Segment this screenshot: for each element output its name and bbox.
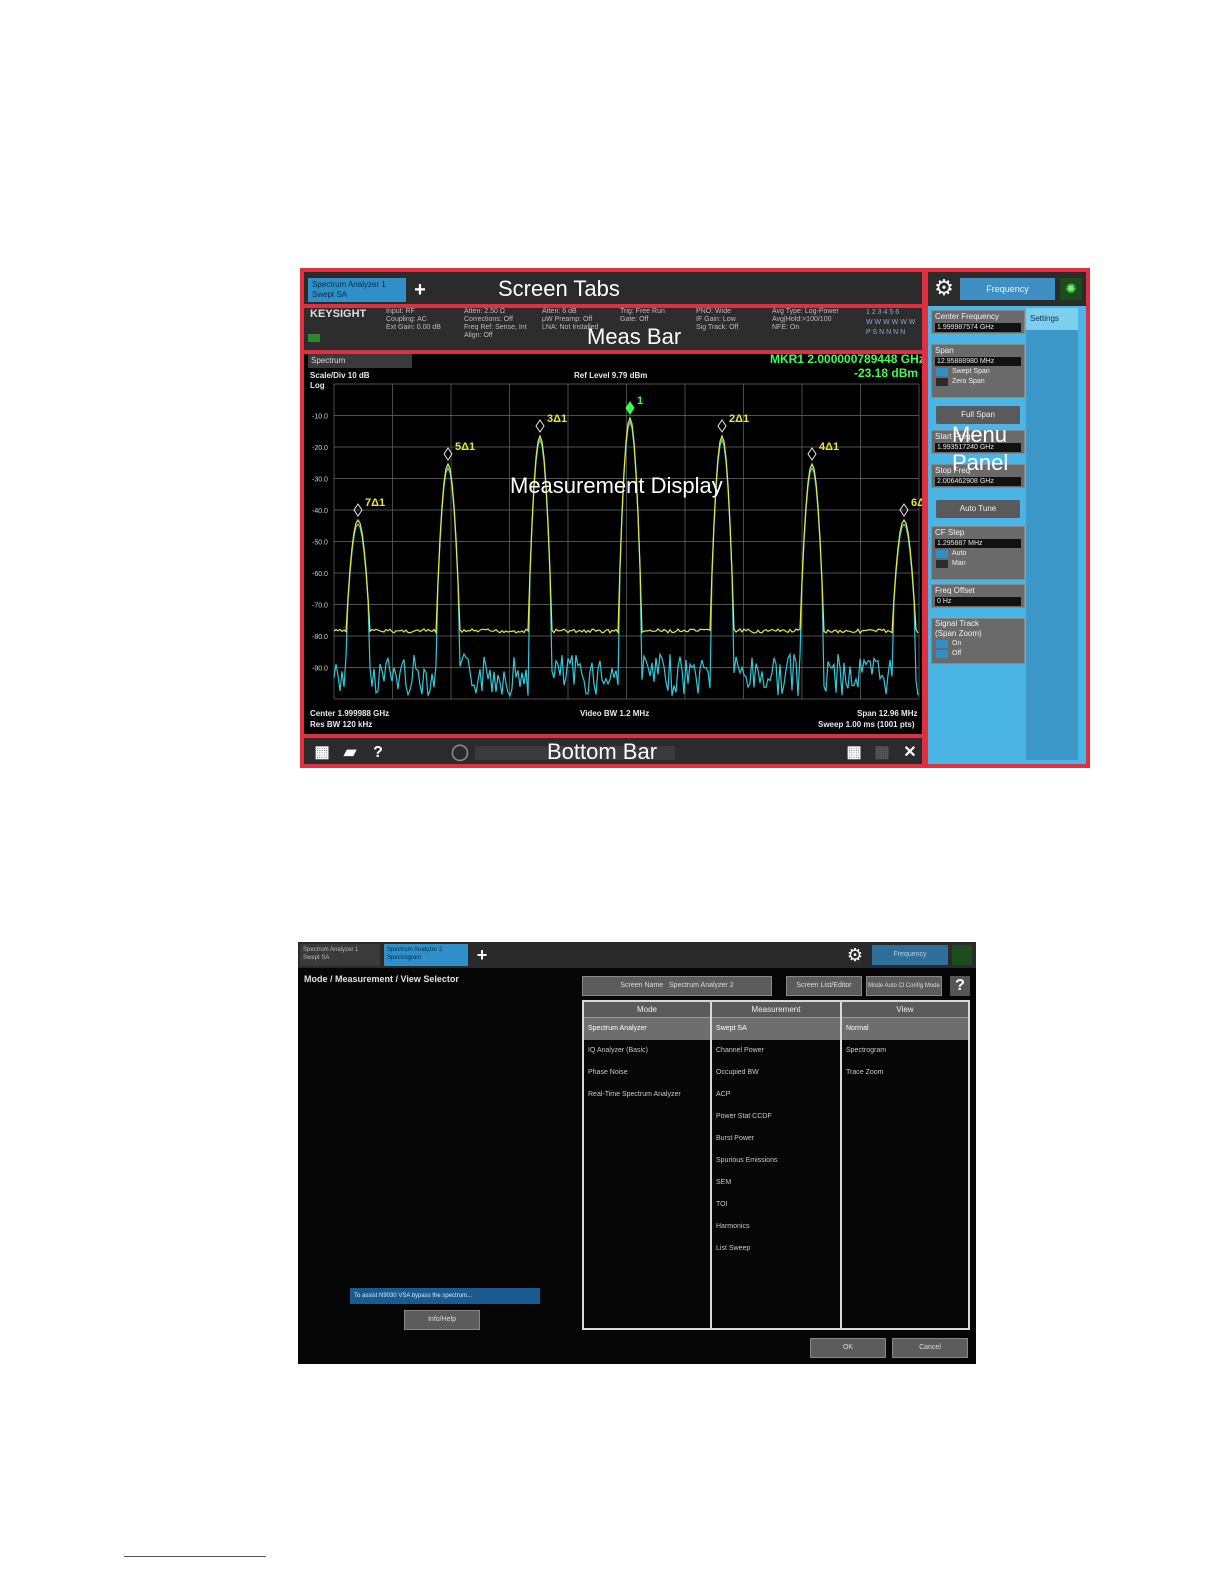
measurement-item[interactable]: Channel Power <box>712 1040 840 1062</box>
sun-icon-2[interactable] <box>952 945 972 965</box>
view-header: View <box>842 1002 968 1018</box>
ok-button[interactable]: OK <box>810 1338 886 1358</box>
screen-name-label: Screen Name <box>620 982 664 989</box>
measurement-item[interactable]: Swept SA <box>712 1018 840 1040</box>
selector-title: Mode / Measurement / View Selector <box>304 974 459 984</box>
annotation-menu-panel <box>924 268 1090 768</box>
mode-column: Mode Spectrum Analyzer IQ Analyzer (Basic… <box>584 1002 712 1328</box>
mode-item[interactable]: Phase Noise <box>584 1062 710 1084</box>
view-item[interactable]: Spectrogram <box>842 1040 968 1062</box>
screen-tab-spectrum-analyzer-1b[interactable]: Spectrum Analyzer 1 Swept SA <box>300 944 380 966</box>
info-message: To assist N9030 VSA bypass the spectrum.… <box>350 1288 540 1304</box>
label-meas-bar: Meas Bar <box>587 324 682 349</box>
measurement-item[interactable]: Burst Power <box>712 1128 840 1150</box>
measurement-item[interactable]: Spurious Emissions <box>712 1150 840 1172</box>
info-help-button[interactable]: Info/Help <box>404 1310 480 1330</box>
view-column: View Normal Spectrogram Trace Zoom <box>842 1002 968 1328</box>
view-item[interactable]: Normal <box>842 1018 968 1040</box>
label-menu: Menu <box>952 422 1008 447</box>
label-panel: Panel <box>952 450 1009 475</box>
menu-selector-2[interactable]: Frequency <box>872 945 948 965</box>
label-measurement-display: Measurement Display <box>510 473 723 498</box>
measurement-header: Measurement <box>712 1002 840 1018</box>
mode-item[interactable]: IQ Analyzer (Basic) <box>584 1040 710 1062</box>
mode-item[interactable]: Real-Time Spectrum Analyzer <box>584 1084 710 1106</box>
screen-name-field[interactable]: Screen Name Spectrum Analyzer 2 <box>582 976 772 996</box>
screen-tabs-bar-2: Spectrum Analyzer 1 Swept SA Spectrum An… <box>298 942 976 968</box>
tab1-line1: Spectrum Analyzer 1 <box>303 947 359 953</box>
tab2-line1: Spectrum Analyzer 2 <box>387 947 443 953</box>
measurement-item[interactable]: Power Stat CCDF <box>712 1106 840 1128</box>
annotation-measurement-display <box>300 350 926 738</box>
mode-selector-screenshot: Spectrum Analyzer 1 Swept SA Spectrum An… <box>298 942 976 1364</box>
spectrum-analyzer-screenshot: Spectrum Analyzer 1 Swept SA + KEYSIGHT … <box>300 268 1090 768</box>
mode-item[interactable]: Spectrum Analyzer <box>584 1018 710 1040</box>
selector-table: Mode Spectrum Analyzer IQ Analyzer (Basic… <box>582 1000 970 1330</box>
add-tab-button-2[interactable]: + <box>472 944 492 966</box>
mode-header: Mode <box>584 1002 710 1018</box>
footer-rule <box>124 1556 266 1557</box>
view-item[interactable]: Trace Zoom <box>842 1062 968 1084</box>
measurement-item[interactable]: TOI <box>712 1194 840 1216</box>
cancel-button[interactable]: Cancel <box>892 1338 968 1358</box>
measurement-item[interactable]: SEM <box>712 1172 840 1194</box>
screen-list-button[interactable]: Screen List/Editor <box>786 976 862 996</box>
help-button[interactable]: ? <box>950 976 970 996</box>
screen-name-value: Spectrum Analyzer 2 <box>669 982 734 989</box>
measurement-item[interactable]: List Sweep <box>712 1238 840 1260</box>
measurement-column: Measurement Swept SA Channel Power Occupie… <box>712 1002 842 1328</box>
page: Spectrum Analyzer 1 Swept SA + KEYSIGHT … <box>0 0 1224 1584</box>
screen-tab-spectrum-analyzer-2[interactable]: Spectrum Analyzer 2 Spectrogram <box>384 944 468 966</box>
mode-auto-config-button[interactable]: Mode Auto Cl Config Mode <box>866 976 942 996</box>
gear-icon-2[interactable]: ⚙ <box>844 944 866 966</box>
measurement-item[interactable]: ACP <box>712 1084 840 1106</box>
label-screen-tabs: Screen Tabs <box>498 276 620 301</box>
tab2-line2: Spectrogram <box>387 955 422 961</box>
label-bottom-bar: Bottom Bar <box>547 739 658 764</box>
tab1-line2: Swept SA <box>303 955 330 961</box>
measurement-item[interactable]: Harmonics <box>712 1216 840 1238</box>
measurement-item[interactable]: Occupied BW <box>712 1062 840 1084</box>
